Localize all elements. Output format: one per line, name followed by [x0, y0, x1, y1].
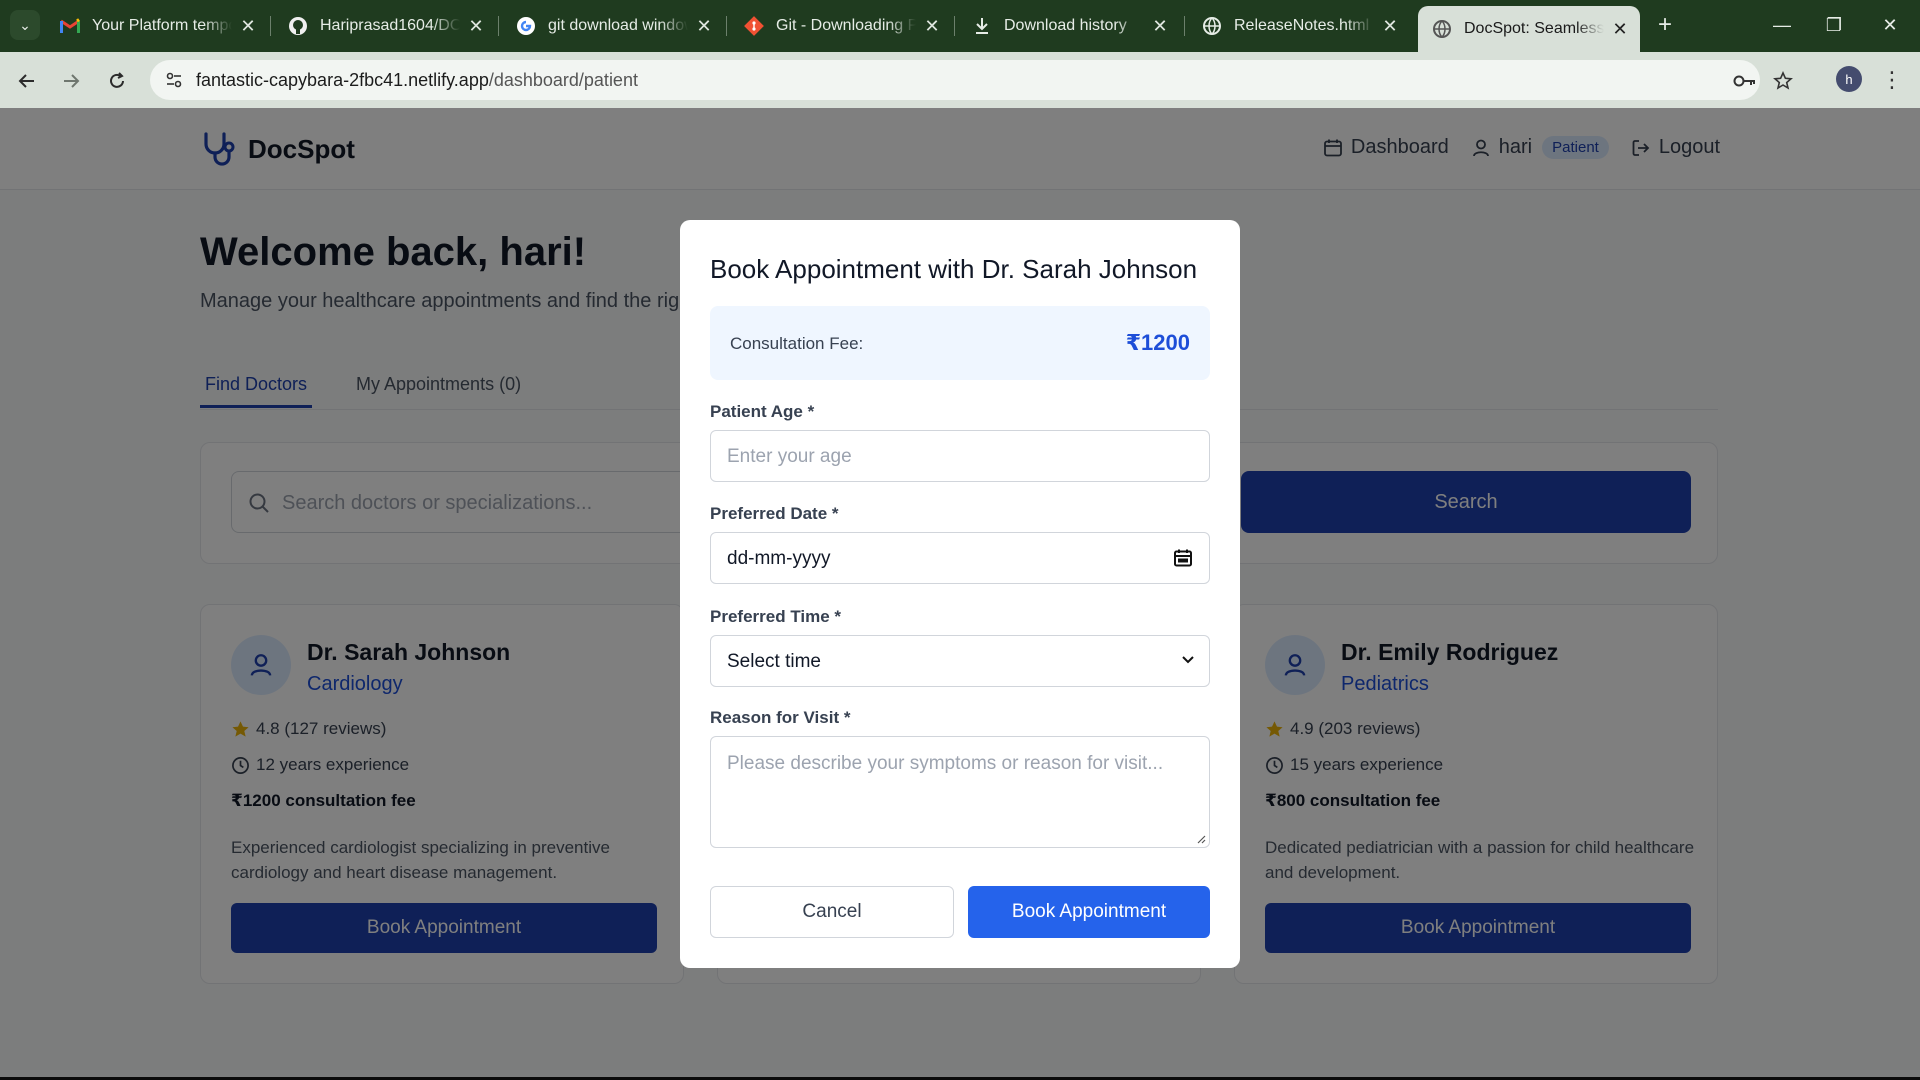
tab-title: DocSpot: Seamless H: [1464, 20, 1604, 37]
reload-button[interactable]: [102, 66, 132, 96]
date-input[interactable]: dd-mm-yyyy: [710, 532, 1210, 584]
tab-separator: [1184, 16, 1185, 36]
git-icon: [744, 16, 764, 36]
age-placeholder: Enter your age: [727, 446, 852, 467]
close-icon[interactable]: ✕: [466, 16, 486, 37]
cancel-button[interactable]: Cancel: [710, 886, 954, 938]
tab-separator: [726, 16, 727, 36]
tab-search-button[interactable]: ⌄: [10, 10, 40, 40]
browser-tab-bar: ⌄ Your Platform tempo ✕ Hariprasad1604/D…: [0, 0, 1920, 52]
date-value: dd-mm-yyyy: [727, 548, 831, 569]
resize-handle-icon: [1197, 835, 1206, 844]
reason-textarea[interactable]: Please describe your symptoms or reason …: [710, 736, 1210, 848]
profile-avatar[interactable]: h: [1836, 66, 1862, 92]
window-close-button[interactable]: ✕: [1870, 8, 1910, 42]
close-icon[interactable]: ✕: [238, 16, 258, 37]
minimize-button[interactable]: —: [1762, 8, 1802, 42]
modal-title: Book Appointment with Dr. Sarah Johnson: [710, 254, 1198, 284]
date-label: Preferred Date *: [710, 504, 839, 523]
fee-label: Consultation Fee:: [730, 334, 864, 353]
tab-separator: [498, 16, 499, 36]
browser-tab-gmail[interactable]: Your Platform tempo ✕: [46, 8, 268, 44]
reason-placeholder: Please describe your symptoms or reason …: [727, 753, 1164, 774]
reload-icon: [110, 72, 124, 88]
booking-modal: Book Appointment with Dr. Sarah Johnson …: [680, 220, 1240, 968]
confirm-booking-button[interactable]: Book Appointment: [968, 886, 1210, 938]
gmail-icon: [60, 16, 80, 36]
chevron-down-icon: [1181, 650, 1195, 671]
forward-button[interactable]: [56, 66, 86, 96]
url-text: fantastic-capybara-2fbc41.netlify.app/da…: [196, 70, 638, 90]
consultation-fee-box: Consultation Fee: ₹1200: [710, 306, 1210, 380]
browser-toolbar: fantastic-capybara-2fbc41.netlify.app/da…: [0, 52, 1920, 108]
more-menu-icon[interactable]: ⋮: [1880, 66, 1904, 94]
tab-title: Your Platform tempo: [92, 17, 232, 34]
address-bar[interactable]: fantastic-capybara-2fbc41.netlify.app/da…: [150, 60, 1793, 100]
time-select[interactable]: Select time: [710, 635, 1210, 687]
new-tab-button[interactable]: +: [1650, 10, 1680, 40]
github-icon: [288, 16, 308, 36]
globe-icon: [1432, 19, 1452, 39]
close-icon[interactable]: ✕: [922, 16, 942, 37]
restore-button[interactable]: ❐: [1814, 8, 1854, 42]
close-icon[interactable]: ✕: [1150, 16, 1170, 37]
password-key-icon[interactable]: [1732, 70, 1758, 92]
google-icon: [516, 16, 536, 36]
arrow-left-icon: [18, 74, 34, 88]
time-label: Preferred Time *: [710, 607, 842, 626]
site-info-icon: [166, 72, 182, 88]
globe-icon: [1202, 16, 1222, 36]
tab-separator: [954, 16, 955, 36]
tab-title: git download window: [548, 17, 688, 34]
tab-title: Hariprasad1604/DOC: [320, 17, 460, 34]
tab-title: Download history: [1004, 17, 1127, 34]
close-icon[interactable]: ✕: [1610, 19, 1630, 40]
close-icon[interactable]: ✕: [694, 16, 714, 37]
browser-tab-docspot[interactable]: DocSpot: Seamless H ✕: [1418, 6, 1640, 52]
browser-tab-google[interactable]: git download window ✕: [502, 8, 724, 44]
browser-tab-downloads[interactable]: Download history ✕: [958, 8, 1180, 44]
reason-label: Reason for Visit *: [710, 708, 851, 727]
back-button[interactable]: [12, 66, 42, 96]
browser-tab-github[interactable]: Hariprasad1604/DOC ✕: [274, 8, 496, 44]
download-icon: [972, 16, 992, 36]
fee-value: ₹1200: [1125, 330, 1190, 355]
browser-tab-releasenotes[interactable]: ReleaseNotes.html ✕: [1188, 8, 1410, 44]
time-selected: Select time: [727, 651, 821, 672]
age-label: Patient Age *: [710, 402, 815, 421]
arrow-right-icon: [64, 74, 80, 88]
tab-separator: [270, 16, 271, 36]
bookmark-star-icon[interactable]: [1770, 70, 1796, 92]
tab-title: ReleaseNotes.html: [1234, 17, 1370, 34]
calendar-icon: [1174, 549, 1192, 567]
close-icon[interactable]: ✕: [1380, 16, 1400, 37]
age-input[interactable]: Enter your age: [710, 430, 1210, 482]
tab-title: Git - Downloading P: [776, 17, 916, 34]
browser-tab-git[interactable]: Git - Downloading P ✕: [730, 8, 952, 44]
